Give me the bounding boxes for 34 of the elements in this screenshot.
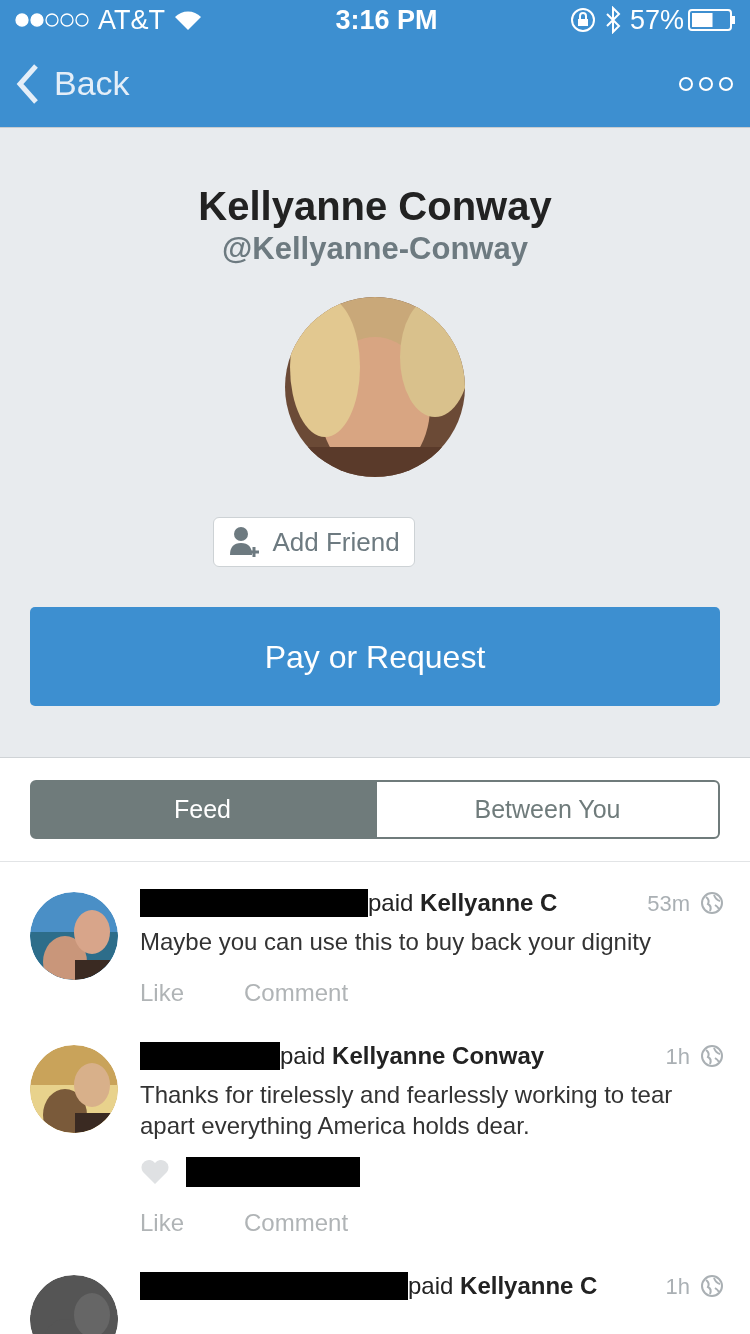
globe-icon bbox=[700, 1274, 724, 1298]
more-icon[interactable] bbox=[678, 75, 734, 92]
globe-icon bbox=[700, 891, 724, 915]
globe-icon bbox=[700, 1044, 724, 1068]
battery-icon bbox=[688, 9, 736, 31]
comment-button[interactable]: Comment bbox=[244, 1205, 349, 1241]
like-button[interactable]: Like bbox=[140, 1205, 185, 1241]
rotation-lock-icon bbox=[569, 7, 596, 33]
pay-or-request-button[interactable]: Pay or Request bbox=[30, 607, 720, 707]
carrier-name: AT&T bbox=[98, 3, 165, 37]
segment-tab[interactable]: Between You bbox=[375, 780, 720, 839]
time-ago: 1h bbox=[665, 1272, 690, 1301]
chevron-left-icon bbox=[16, 62, 40, 105]
add-friend-button[interactable]: Add Friend bbox=[213, 517, 415, 568]
like-button[interactable]: Like bbox=[140, 975, 185, 1011]
bluetooth-icon bbox=[603, 6, 622, 34]
profile-handle: @Kellyanne-Conway bbox=[222, 230, 528, 268]
payment-summary: paid Kellyanne C bbox=[408, 1271, 598, 1301]
payment-note: Maybe you can use this to buy back your dignity bbox=[140, 927, 652, 957]
payment-summary: paid Kellyanne Conway bbox=[280, 1041, 545, 1071]
payment-note: Thanks for tirelessly and fearlessly working to tear apart everything America holds dear. bbox=[140, 1080, 674, 1141]
time-ago: 53m bbox=[647, 889, 690, 918]
signal-icon bbox=[14, 10, 90, 30]
back-button[interactable]: Back bbox=[16, 58, 130, 109]
segment-tab[interactable]: Feed bbox=[30, 780, 375, 839]
time-ago: 1h bbox=[665, 1042, 690, 1071]
wifi-icon bbox=[173, 9, 203, 31]
battery-percent: 57% bbox=[629, 3, 684, 37]
add-person-icon bbox=[228, 525, 261, 560]
payment-summary: paid Kellyanne C bbox=[368, 888, 558, 918]
comment-button[interactable]: Comment bbox=[244, 975, 349, 1011]
clock-time: 3:16 PM bbox=[335, 4, 438, 35]
profile-name: Kellyanne Conway bbox=[198, 183, 552, 230]
heart-icon bbox=[140, 1159, 170, 1185]
